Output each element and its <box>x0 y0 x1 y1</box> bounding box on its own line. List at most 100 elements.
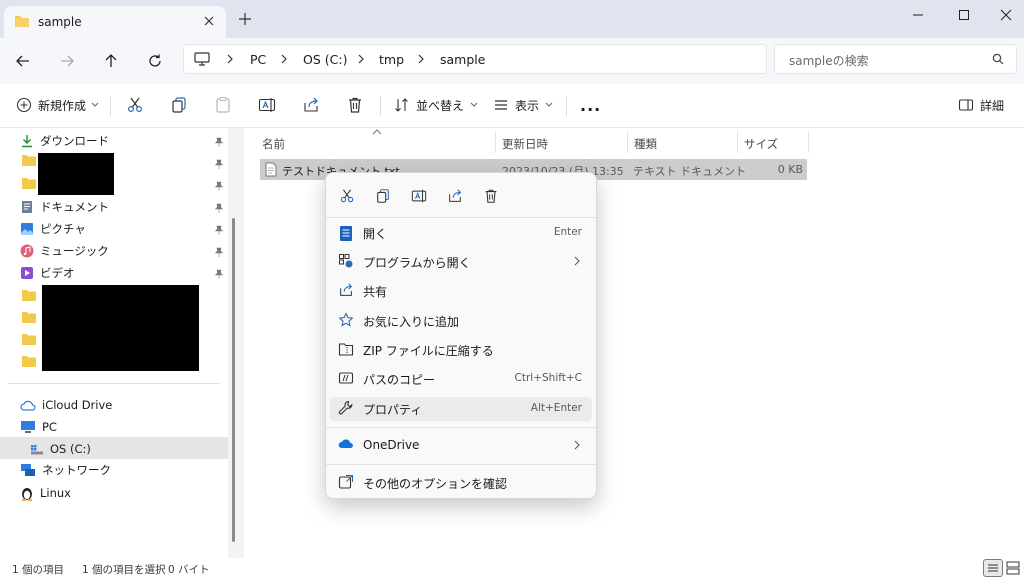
drive-icon <box>30 443 44 455</box>
tiles-view-icon[interactable] <box>1006 561 1020 575</box>
column-header-size[interactable]: サイズ <box>744 136 778 152</box>
delete-icon[interactable] <box>480 185 502 207</box>
paste-button[interactable] <box>214 94 232 116</box>
up-arrow-icon[interactable] <box>100 50 122 72</box>
text-file-icon <box>265 162 277 177</box>
onedrive-icon <box>338 437 354 449</box>
column-header-type[interactable]: 種類 <box>634 136 657 152</box>
sort-label: 並べ替え <box>416 98 465 113</box>
back-arrow-icon[interactable] <box>12 50 34 72</box>
tab-sample[interactable]: sample <box>4 6 226 38</box>
nav-item-linux[interactable]: Linux <box>20 483 71 503</box>
menu-item-zip[interactable]: ZIP ファイルに圧縮する <box>330 338 592 362</box>
folder-icon <box>22 177 36 189</box>
close-icon[interactable] <box>202 14 216 28</box>
pin-icon[interactable] <box>214 269 224 279</box>
search-placeholder: sampleの検索 <box>789 54 869 68</box>
nav-label: Linux <box>40 486 71 500</box>
nav-item-downloads[interactable]: ダウンロード <box>20 131 109 151</box>
redacted-area <box>38 153 114 195</box>
menu-shortcut: Enter <box>553 226 582 238</box>
forward-arrow-icon[interactable] <box>56 50 78 72</box>
menu-item-open[interactable]: 開く Enter <box>330 221 592 245</box>
menu-separator <box>326 217 596 218</box>
column-divider[interactable] <box>495 131 496 153</box>
column-header-date[interactable]: 更新日時 <box>502 136 548 152</box>
breadcrumb-os-c[interactable]: OS (C:) <box>303 52 347 67</box>
menu-item-add-favorite[interactable]: お気に入りに追加 <box>330 309 592 333</box>
breadcrumb-pc[interactable]: PC <box>250 52 266 67</box>
nav-item-pictures[interactable]: ピクチャ <box>20 219 86 239</box>
nav-item-icloud-drive[interactable]: iCloud Drive <box>20 395 112 415</box>
rename-button[interactable] <box>258 94 276 116</box>
nav-item-network[interactable]: ネットワーク <box>20 460 111 480</box>
menu-separator <box>326 464 596 465</box>
search-input[interactable]: sampleの検索 <box>774 44 1017 74</box>
pin-icon[interactable] <box>214 137 224 147</box>
menu-item-copy-path[interactable]: パスのコピー Ctrl+Shift+C <box>330 367 592 391</box>
column-header-name[interactable]: 名前 <box>262 136 285 152</box>
menu-label: その他のオプションを確認 <box>363 477 508 491</box>
pin-icon[interactable] <box>214 203 224 213</box>
rename-icon[interactable] <box>408 185 430 207</box>
pin-icon[interactable] <box>214 159 224 169</box>
column-divider[interactable] <box>808 131 809 153</box>
menu-item-properties[interactable]: プロパティ Alt+Enter <box>330 397 592 421</box>
column-divider[interactable] <box>627 131 628 153</box>
more-options-button[interactable]: ... <box>580 94 601 116</box>
search-icon <box>992 53 1004 65</box>
nav-label: ピクチャ <box>40 222 86 236</box>
menu-item-share[interactable]: 共有 <box>330 279 592 303</box>
zip-icon <box>338 341 354 357</box>
pin-icon[interactable] <box>214 181 224 191</box>
nav-item-os-c[interactable]: OS (C:) <box>30 439 91 459</box>
folder-icon <box>22 311 36 323</box>
pin-icon[interactable] <box>214 247 224 257</box>
breadcrumb-sample[interactable]: sample <box>440 52 485 67</box>
folder-icon <box>22 289 36 301</box>
menu-item-more-options[interactable]: その他のオプションを確認 <box>330 471 592 495</box>
cut-icon[interactable] <box>336 185 358 207</box>
file-type: テキスト ドキュメント <box>633 165 747 178</box>
status-bar: 1 個の項目 1 個の項目を選択 0 バイト <box>0 558 1024 579</box>
window-close-icon[interactable] <box>994 6 1018 24</box>
minimize-icon[interactable] <box>906 6 930 24</box>
menu-item-onedrive[interactable]: OneDrive <box>330 434 592 458</box>
menu-item-open-with[interactable]: プログラムから開く <box>330 250 592 274</box>
copy-button[interactable] <box>170 94 188 116</box>
nav-item-pc[interactable]: PC <box>20 417 57 437</box>
rename-icon <box>258 96 276 114</box>
nav-item-documents[interactable]: ドキュメント <box>20 197 109 217</box>
chevron-right-icon <box>574 440 580 450</box>
trash-icon <box>346 96 364 114</box>
nav-item-music[interactable]: ミュージック <box>20 241 109 261</box>
tab-title: sample <box>38 15 82 29</box>
new-button[interactable]: 新規作成 <box>16 94 99 116</box>
chevron-down-icon <box>470 102 478 108</box>
computer-icon <box>20 420 36 434</box>
share-icon <box>338 282 354 298</box>
address-bar[interactable]: PC OS (C:) tmp sample <box>183 44 767 74</box>
folder-icon <box>22 355 36 367</box>
details-view-icon[interactable] <box>983 559 1003 577</box>
nav-item-videos[interactable]: ビデオ <box>20 263 75 283</box>
share-button[interactable] <box>302 94 320 116</box>
copy-icon[interactable] <box>372 185 394 207</box>
share-icon[interactable] <box>444 185 466 207</box>
nav-label: OS (C:) <box>50 442 91 456</box>
plus-icon[interactable] <box>238 12 252 26</box>
menu-shortcut: Alt+Enter <box>530 402 582 414</box>
nav-label: PC <box>42 420 57 434</box>
nav-scrollbar[interactable] <box>232 218 235 542</box>
sort-button[interactable]: 並べ替え <box>394 94 478 116</box>
refresh-icon[interactable] <box>144 50 166 72</box>
cut-button[interactable] <box>126 94 144 116</box>
details-button[interactable]: 詳細 <box>958 94 1004 116</box>
pin-icon[interactable] <box>214 225 224 235</box>
column-divider[interactable] <box>737 131 738 153</box>
delete-button[interactable] <box>346 94 364 116</box>
maximize-icon[interactable] <box>952 6 976 24</box>
view-button[interactable]: 表示 <box>493 94 553 116</box>
breadcrumb-tmp[interactable]: tmp <box>379 52 404 67</box>
status-item-count: 1 個の項目 <box>12 564 65 576</box>
